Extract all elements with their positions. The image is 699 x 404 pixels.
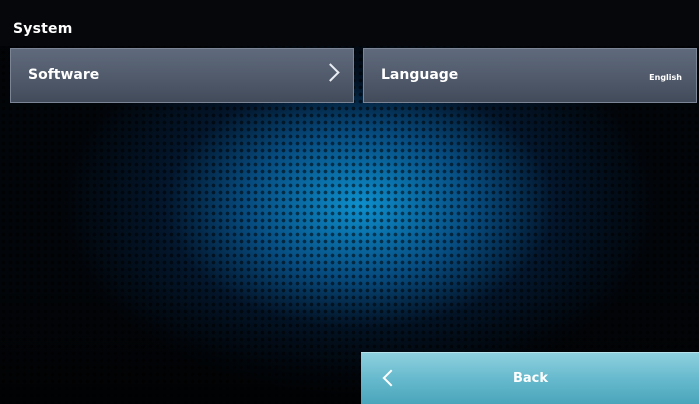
language-current-value: English xyxy=(649,73,682,82)
language-menu-item[interactable]: Language English xyxy=(363,48,697,103)
system-screen: System Software Language English Back xyxy=(0,0,699,404)
back-button[interactable]: Back xyxy=(361,352,699,404)
page-title: System xyxy=(13,21,73,37)
language-label: Language xyxy=(381,67,459,83)
chevron-left-icon xyxy=(382,369,400,387)
header-bar: System xyxy=(0,0,699,46)
back-button-label: Back xyxy=(513,371,549,386)
chevron-right-icon xyxy=(321,63,340,82)
software-menu-item[interactable]: Software xyxy=(10,48,354,103)
software-label: Software xyxy=(28,67,100,83)
